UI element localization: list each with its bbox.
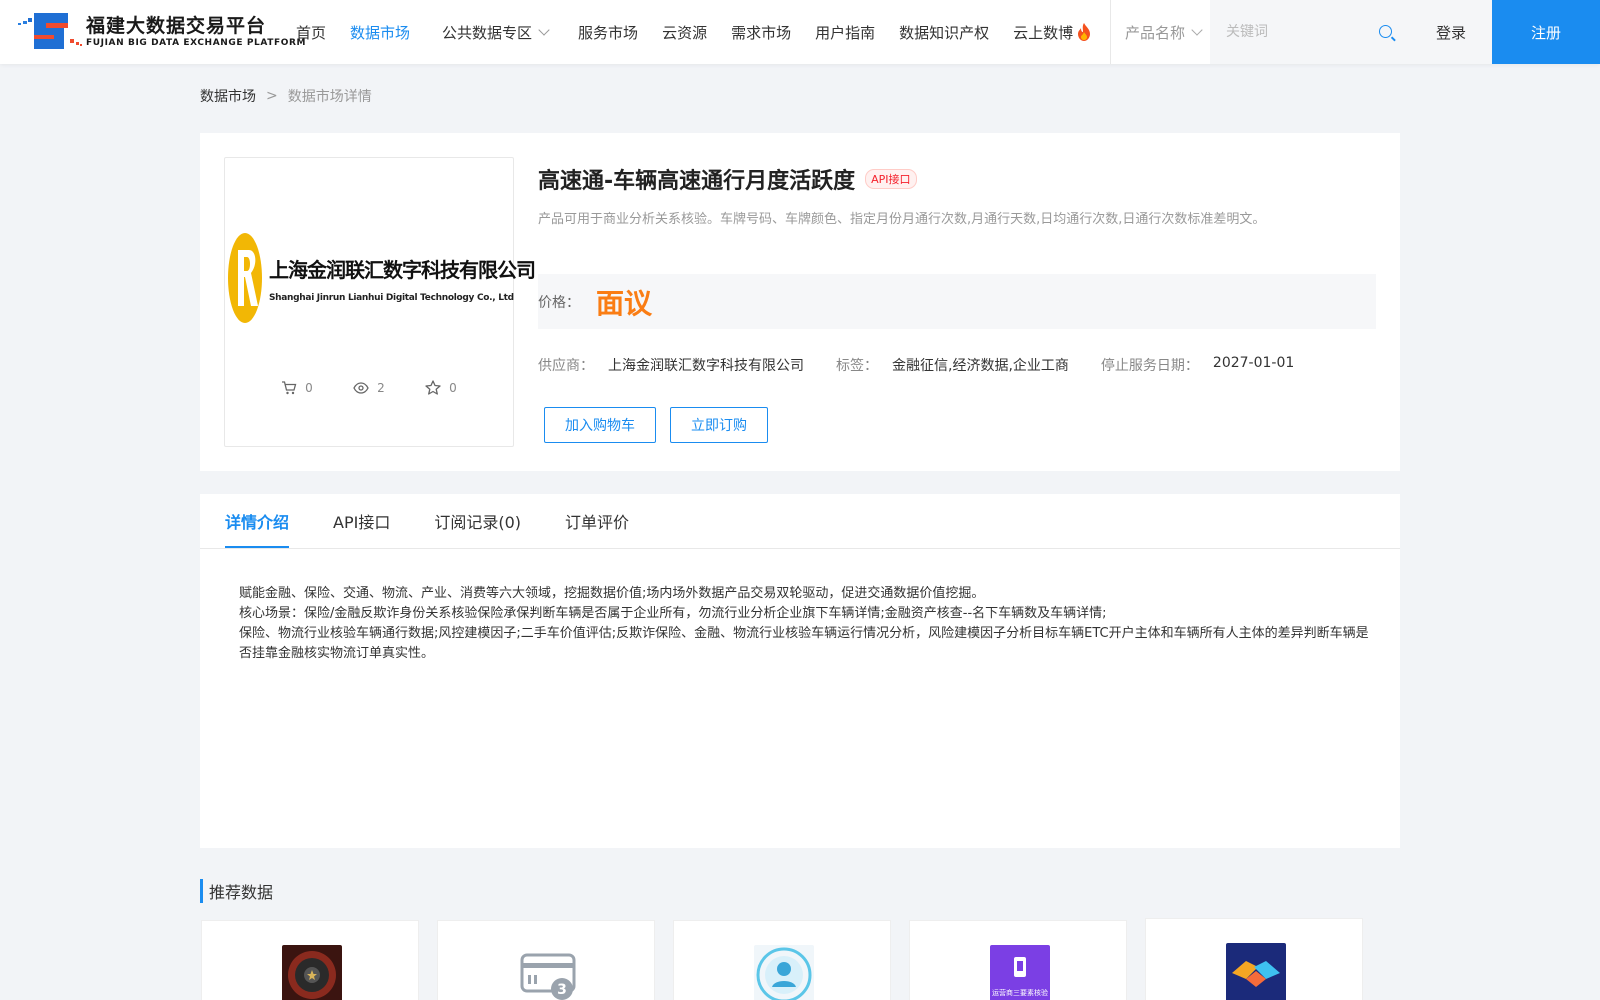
main-nav: 首页 数据市场 公共数据专区 服务市场 云资源 需求市场 用户指南 数据知识产权… [296, 0, 1117, 64]
logo-subtitle: FUJIAN BIG DATA EXCHANGE PLATFORM [86, 38, 307, 48]
breadcrumb-separator: > [266, 88, 278, 104]
nav-divider [1110, 0, 1111, 64]
tags-value: 金融征信,经济数据,企业工商 [892, 358, 1069, 374]
stat-favorites-count: 0 [449, 380, 457, 395]
nav-home[interactable]: 首页 [296, 22, 326, 43]
nav-data-market-label: 数据市场 [350, 23, 411, 42]
logo-title: 福建大数据交易平台 [86, 15, 267, 37]
vault-icon [282, 945, 342, 1000]
nav-cloud-resources[interactable]: 云资源 [662, 22, 707, 43]
action-buttons: 加入购物车 立即订购 [544, 407, 782, 443]
fire-icon [1078, 23, 1091, 41]
nav-service-market-label: 服务市场 [578, 23, 639, 42]
cart-icon [282, 380, 297, 394]
nav-service-market[interactable]: 服务市场 [578, 22, 638, 43]
stat-cart-count: 0 [305, 380, 313, 395]
star-icon [425, 380, 441, 395]
product-title-row: 高速通-车辆高速通行月度活跃度 API接口 [538, 163, 917, 195]
tabs-divider [200, 548, 1400, 549]
recommend-card[interactable] [673, 920, 891, 1000]
product-thumbnail: 上海金润联汇数字科技有限公司 Shanghai Jinrun Lianhui D… [224, 157, 536, 447]
recommend-card[interactable]: 运营商三要素核验 [909, 920, 1127, 1000]
detail-paragraph-2: 核心场景：保险/金融反欺诈身份关系核验保险承保判断车辆是否属于企业所有，勿流行业… [239, 606, 1107, 621]
nav-cloud-resources-label: 云资源 [662, 23, 708, 42]
stop-date-value: 2027-01-01 [1212, 355, 1295, 371]
stat-views-count: 2 [377, 380, 385, 395]
supplier-logo-cn: 上海金润联汇数字科技有限公司 [269, 257, 536, 282]
stat-cart: 0 [281, 380, 313, 395]
tab-subscriptions[interactable]: 订阅记录(0) [434, 494, 521, 548]
card-icon: 3 [518, 945, 578, 1000]
supplier-logo-en: Shanghai Jinrun Lianhui Digital Technolo… [269, 292, 514, 303]
stop-date-label: 停止服务日期： [1100, 358, 1199, 374]
search-type-select[interactable]: 产品名称 [1125, 0, 1203, 64]
supplier-label: 供应商： [538, 358, 594, 374]
tab-details[interactable]: 详情介绍 [225, 494, 290, 548]
supplier-logo-mark-icon [228, 233, 262, 323]
nav-public-data-label: 公共数据专区 [442, 23, 533, 42]
chevron-down-icon [538, 24, 550, 36]
product-stats: 0 2 0 [225, 380, 513, 395]
detail-paragraph-3: 保险、物流行业核验车辆通行数据;风控建模因子;二手车价值评估;反欺诈保险、金融、… [239, 626, 1369, 661]
logo-mark-icon [18, 13, 82, 49]
breadcrumb: 数据市场 > 数据市场详情 [200, 86, 372, 106]
nav-demand-market-label: 需求市场 [731, 23, 792, 42]
recommend-card[interactable]: 3 [437, 920, 655, 1000]
nav-data-ip-label: 数据知识产权 [899, 23, 990, 42]
phone-icon: 运营商三要素核验 [990, 945, 1050, 1000]
svg-text:3: 3 [557, 982, 567, 998]
product-title: 高速通-车辆高速通行月度活跃度 [538, 169, 856, 194]
register-button[interactable]: 注册 [1492, 0, 1600, 64]
phone-icon-caption: 运营商三要素核验 [992, 988, 1048, 997]
supplier-value: 上海金润联汇数字科技有限公司 [608, 358, 804, 374]
top-navbar: 福建大数据交易平台 FUJIAN BIG DATA EXCHANGE PLATF… [0, 0, 1600, 64]
detail-paragraph-1: 赋能金融、保险、交通、物流、产业、消费等六大领域，挖掘数据价值;场内场外数据产品… [239, 586, 985, 601]
price-row: 价格： 面议 [538, 274, 1376, 329]
supplier-logo: 上海金润联汇数字科技有限公司 Shanghai Jinrun Lianhui D… [225, 228, 536, 328]
search-box [1210, 0, 1410, 64]
stat-views: 2 [353, 380, 385, 395]
site-logo[interactable]: 福建大数据交易平台 FUJIAN BIG DATA EXCHANGE PLATF… [16, 9, 306, 55]
detail-content: 赋能金融、保险、交通、物流、产业、消费等六大领域，挖掘数据价值;场内场外数据产品… [239, 584, 1369, 664]
price-value: 面议 [596, 286, 653, 320]
nav-cloud-expo[interactable]: 云上数博 [1013, 22, 1093, 43]
tab-reviews[interactable]: 订单评价 [565, 494, 629, 548]
recommend-card[interactable] [201, 920, 419, 1000]
nav-user-guide-label: 用户指南 [815, 23, 876, 42]
breadcrumb-current: 数据市场详情 [287, 89, 372, 105]
order-now-button[interactable]: 立即订购 [670, 407, 768, 443]
nav-home-label: 首页 [296, 23, 327, 42]
nav-data-ip[interactable]: 数据知识产权 [899, 22, 989, 43]
detail-tabs-card: 详情介绍 API接口 订阅记录(0) 订单评价 赋能金融、保险、交通、物流、产业… [200, 494, 1400, 848]
add-to-cart-button[interactable]: 加入购物车 [544, 407, 656, 443]
nav-user-guide[interactable]: 用户指南 [815, 22, 875, 43]
search-type-label: 产品名称 [1125, 23, 1186, 42]
search-input[interactable] [1226, 24, 1376, 40]
tab-api[interactable]: API接口 [333, 494, 390, 548]
recommend-card[interactable] [1145, 918, 1363, 1000]
breadcrumb-parent[interactable]: 数据市场 [200, 86, 256, 106]
detail-tabs: 详情介绍 API接口 订阅记录(0) 订单评价 [225, 494, 673, 548]
recommend-title: 推荐数据 [200, 879, 273, 903]
api-badge: API接口 [865, 169, 917, 189]
user-scan-icon [754, 945, 814, 1000]
login-button[interactable]: 登录 [1410, 0, 1492, 64]
eye-icon [353, 381, 369, 394]
nav-public-data[interactable]: 公共数据专区 [442, 22, 550, 43]
nav-data-market[interactable]: 数据市场 [350, 22, 410, 43]
chevron-down-icon [1191, 24, 1203, 36]
product-description: 产品可用于商业分析关系核验。车牌号码、车牌颜色、指定月份月通行次数,月通行天数,… [538, 212, 1266, 227]
nav-demand-market[interactable]: 需求市场 [731, 22, 791, 43]
product-card: 上海金润联汇数字科技有限公司 Shanghai Jinrun Lianhui D… [200, 133, 1400, 471]
stat-favorites: 0 [425, 380, 457, 395]
handshake-icon [1226, 943, 1286, 1000]
tags-label: 标签： [836, 358, 878, 374]
nav-cloud-expo-label: 云上数博 [1013, 23, 1074, 42]
product-meta: 供应商： 上海金润联汇数字科技有限公司 标签： 金融征信,经济数据,企业工商 停… [538, 355, 1326, 375]
price-label: 价格： [538, 294, 580, 311]
search-icon[interactable] [1379, 25, 1392, 38]
